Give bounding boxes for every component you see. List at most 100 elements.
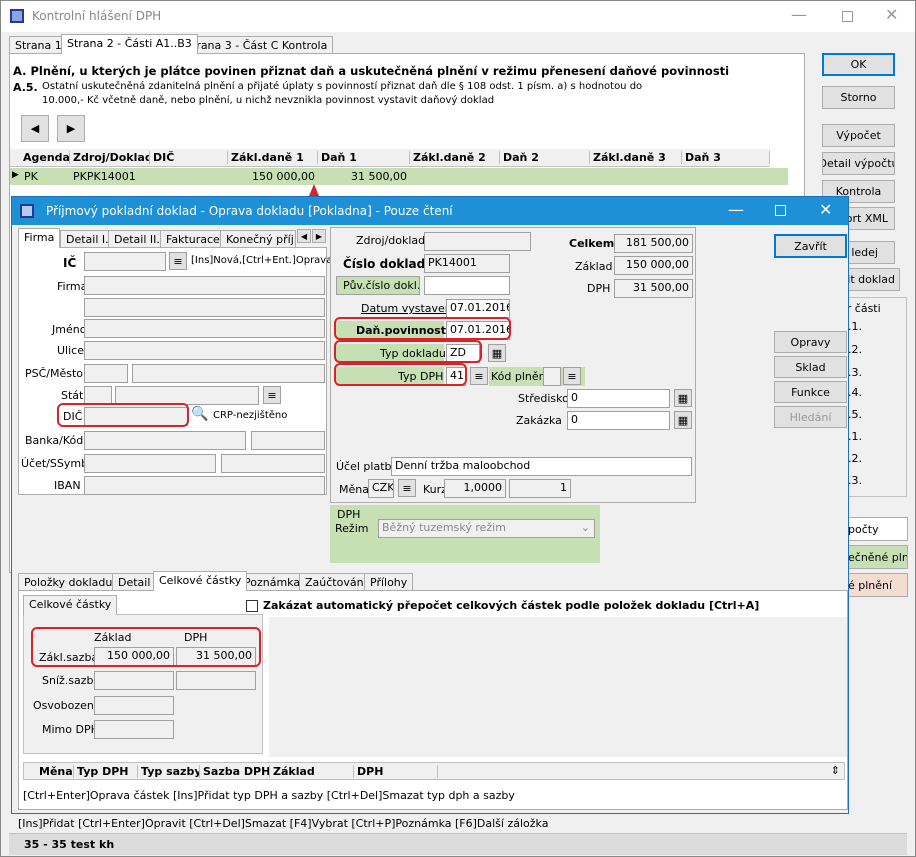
zakazat-checkbox[interactable]: [246, 600, 258, 612]
dialog-maximize-icon[interactable]: [775, 205, 786, 216]
mesto-field[interactable]: [132, 364, 325, 383]
banka-field[interactable]: [84, 431, 246, 450]
label-zaklad: Základ: [575, 260, 613, 273]
celkove-subtab[interactable]: Celkové částky: [23, 595, 118, 615]
chevron-down-icon: ⌄: [580, 521, 590, 534]
arrow-right-icon: ▶: [315, 231, 323, 241]
bottom-grid-header: Měna Typ DPH Typ sazby Sazba DPH Základ …: [23, 762, 845, 780]
mena-field[interactable]: CZK: [368, 479, 394, 498]
ucel-field[interactable]: Denní tržba maloobchod: [391, 457, 692, 476]
funkce-button[interactable]: Funkce: [774, 381, 847, 403]
sniz-sazba-label: Sníž.sazba: [42, 674, 101, 687]
vystaveni-field[interactable]: 07.01.2016: [446, 299, 510, 318]
typ-dph-lookup-icon[interactable]: ≡: [470, 367, 488, 385]
puv-label-text: Pův.číslo dokl.: [343, 279, 421, 292]
scroll-icon[interactable]: ⇕: [831, 764, 840, 777]
ic-lookup-icon[interactable]: ≡: [169, 252, 187, 270]
crp-status: CRP-nezjištěno: [213, 410, 288, 421]
lower-tab-detail[interactable]: Detail: [112, 573, 157, 591]
tab-konecny[interactable]: Konečný příj.: [220, 230, 296, 248]
bcol-typ-dph[interactable]: Typ DPH: [74, 765, 138, 778]
kod-plneni-lookup-icon[interactable]: ≡: [563, 367, 581, 385]
rezim-panel: DPH Režim Běžný tuzemský režim ⌄: [330, 505, 600, 563]
dialog-hint: [Ctrl+Enter]Oprava částek [Ins]Přidat ty…: [23, 789, 515, 802]
dialog-minimize-icon[interactable]: —: [728, 200, 744, 219]
ssymb-field[interactable]: [221, 454, 325, 473]
celkem-field: 181 500,00: [614, 234, 693, 253]
sniz-dph-field[interactable]: [176, 671, 256, 690]
kod-plneni-field[interactable]: [543, 367, 561, 386]
bcol-zaklad[interactable]: Základ: [270, 765, 354, 778]
tab-scroll-right[interactable]: ▶: [312, 229, 326, 243]
tab-scroll-left[interactable]: ◀: [297, 229, 311, 243]
kurz-field[interactable]: 1,0000: [444, 479, 506, 498]
jmeno-field[interactable]: [84, 319, 325, 338]
mimo-field[interactable]: [94, 720, 174, 739]
kurz-field-2[interactable]: 1: [509, 479, 571, 498]
label-zdroj: Zdroj/doklad: [356, 234, 426, 247]
lower-tab-celkove[interactable]: Celkové částky: [153, 571, 248, 591]
zaklad-field: 150 000,00: [614, 256, 693, 275]
label-stredisko: Středisko: [518, 392, 569, 405]
mena-lookup-icon[interactable]: ≡: [398, 479, 416, 497]
rezim-select[interactable]: Běžný tuzemský režim ⌄: [378, 519, 595, 538]
label-celkem: Celkem: [569, 237, 615, 250]
zakazat-checkbox-label[interactable]: Zakázat automatický přepočet celkových č…: [263, 599, 759, 612]
bcol-mena[interactable]: Měna: [36, 765, 74, 778]
ulice-field[interactable]: [84, 341, 325, 360]
rezim-value: Běžný tuzemský režim: [382, 521, 506, 534]
kod-plneni-label: Kód plnění: [491, 370, 549, 383]
arrow-left-icon: ◀: [300, 231, 308, 241]
tab-detail2[interactable]: Detail II.: [108, 230, 166, 248]
lower-panel: Celkové částky Základ DPH Zákl.sazba 150…: [18, 590, 848, 810]
zakazka-field[interactable]: 0: [567, 411, 670, 430]
label-iban: IBAN: [54, 479, 81, 492]
label-psc: PSČ/Město: [25, 367, 84, 380]
iban-field[interactable]: [84, 476, 325, 495]
dph-section-label: DPH: [337, 508, 361, 521]
bcol-dph[interactable]: DPH: [354, 765, 438, 778]
bcol-typ-sazby[interactable]: Typ sazby: [138, 765, 200, 778]
lower-tab-zauctovani[interactable]: Zaúčtování: [299, 573, 373, 591]
stat-lookup-icon[interactable]: ≡: [263, 386, 281, 404]
osv-field[interactable]: [94, 696, 174, 715]
dialog-window: Příjmový pokladní doklad - Oprava doklad…: [11, 196, 849, 814]
label-vystaveni: Datum vystavení: [361, 302, 455, 315]
stredisko-field[interactable]: 0: [567, 389, 670, 408]
label-dph: DPH: [587, 282, 611, 295]
tab-detail1[interactable]: Detail I.: [60, 230, 115, 248]
bcol-sazba-dph[interactable]: Sazba DPH: [200, 765, 270, 778]
zakazka-lookup-icon[interactable]: ▦: [674, 411, 692, 429]
lower-tab-poznamka[interactable]: Poznámka: [238, 573, 307, 591]
typ-dokladu-lookup-icon[interactable]: ▦: [488, 344, 506, 362]
zavrit-button[interactable]: Zavřít: [774, 234, 847, 258]
psc-field[interactable]: [84, 364, 128, 383]
mimo-label: Mimo DPH: [42, 723, 99, 736]
lower-tab-polozky[interactable]: Položky dokladu: [18, 573, 119, 591]
lower-tab-prilohy[interactable]: Přílohy: [364, 573, 414, 591]
firma-field-2[interactable]: [84, 298, 325, 317]
label-mena: Měna: [339, 483, 369, 496]
ic-hint: [Ins]Nová,[Ctrl+Ent.]Oprava: [191, 255, 333, 266]
opravy-button[interactable]: Opravy: [774, 331, 847, 353]
label-zakazka: Zakázka: [516, 414, 562, 427]
kod-field[interactable]: [251, 431, 325, 450]
dialog-close-icon[interactable]: ✕: [819, 200, 832, 219]
label-ucel: Účel platby: [336, 460, 399, 473]
ic-field[interactable]: [84, 252, 166, 271]
sniz-zaklad-field[interactable]: [94, 671, 174, 690]
tab-firma[interactable]: Firma: [18, 228, 61, 248]
dic-search-icon[interactable]: 🔍: [191, 406, 208, 422]
cislo-field[interactable]: PK14001: [424, 254, 510, 273]
stredisko-lookup-icon[interactable]: ▦: [674, 389, 692, 407]
outer-tab-strana2[interactable]: Strana 2 - Části A1..B3: [61, 34, 198, 54]
tab-fakturace[interactable]: Fakturace: [160, 230, 226, 248]
zdroj-field: [424, 232, 531, 251]
typ-dokladu-highlight: [334, 340, 482, 363]
sklad-button[interactable]: Sklad: [774, 356, 847, 378]
firma-field[interactable]: [84, 276, 325, 295]
puv-field[interactable]: [424, 276, 510, 295]
ucet-field[interactable]: [84, 454, 216, 473]
rezim-label: Režim: [335, 522, 369, 535]
hledani-button[interactable]: Hledání: [774, 406, 847, 428]
